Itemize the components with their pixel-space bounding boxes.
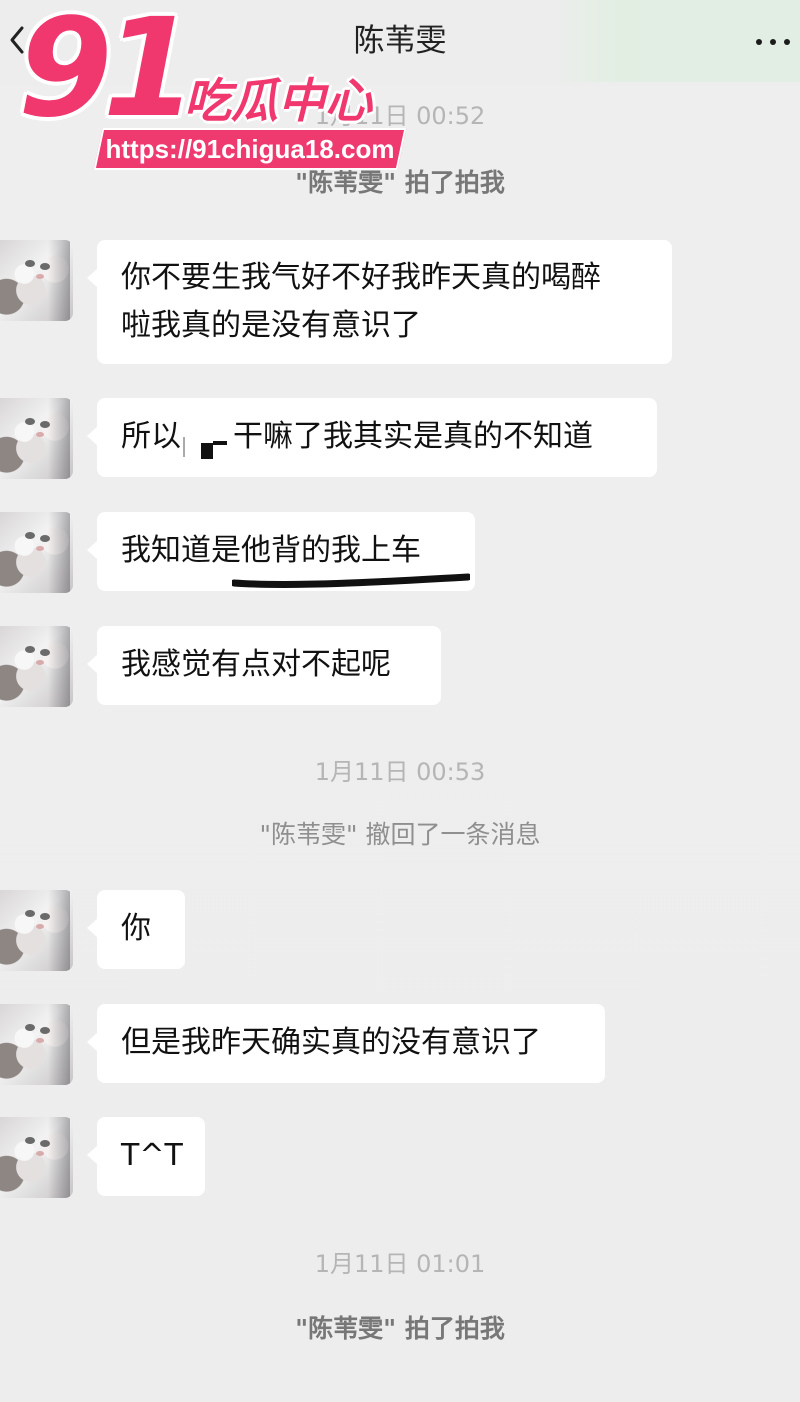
message-text: T^T [121,1138,183,1173]
timestamp: 1月11日 00:53 [314,758,486,786]
avatar[interactable] [0,1004,73,1085]
message-line: 你不要生我气好不好我昨天真的喝醉 [121,260,601,295]
recall-notice: "陈苇雯" 撤回了一条消息 [259,820,541,849]
timestamp: 1月11日 01:01 [314,1250,486,1278]
avatar[interactable] [0,512,73,593]
message-text: 我知道是他背的我上车 [121,533,421,568]
message-text: 我感觉有点对不起呢 [121,647,391,682]
pen-underline [232,573,470,588]
pat-notice: "陈苇雯" 拍了拍我 [295,168,505,197]
watermark-brand: 吃瓜中心 [184,74,372,129]
watermark-number: 91 [18,0,197,148]
chat-screen: 陈苇雯 91 吃瓜中心 https://91chigua18.com 1月11日… [0,0,800,1402]
message-bubble[interactable]: 我感觉有点对不起呢 [87,626,441,705]
avatar[interactable] [0,240,73,321]
more-dots-icon[interactable] [754,37,792,47]
message-text-suffix: 干嘛了我其实是真的不知道 [233,419,593,454]
message-text: 但是我昨天确实真的没有意识了 [121,1025,541,1060]
message-bubble[interactable]: 你 [87,890,185,969]
message-line: 啦我真的是没有意识了 [121,308,421,343]
avatar[interactable] [0,890,73,971]
message-bubble[interactable]: 但是我昨天确实真的没有意识了 [87,1004,605,1083]
message-bubble[interactable]: 你不要生我气好不好我昨天真的喝醉 啦我真的是没有意识了 [87,240,672,364]
message-bubble[interactable]: T^T [87,1117,205,1196]
message-text-prefix: 所以 [121,419,181,454]
avatar[interactable] [0,1117,73,1198]
message-text: 你 [121,911,151,946]
message-bubble[interactable]: 所以 干嘛了我其实是真的不知道 [87,398,657,477]
watermark-url: https://91chigua18.com [105,134,395,164]
site-watermark: 91 吃瓜中心 https://91chigua18.com [10,0,440,170]
pat-notice: "陈苇雯" 拍了拍我 [295,1314,505,1343]
redaction-mark [183,431,229,461]
avatar[interactable] [0,626,73,707]
avatar[interactable] [0,398,73,479]
